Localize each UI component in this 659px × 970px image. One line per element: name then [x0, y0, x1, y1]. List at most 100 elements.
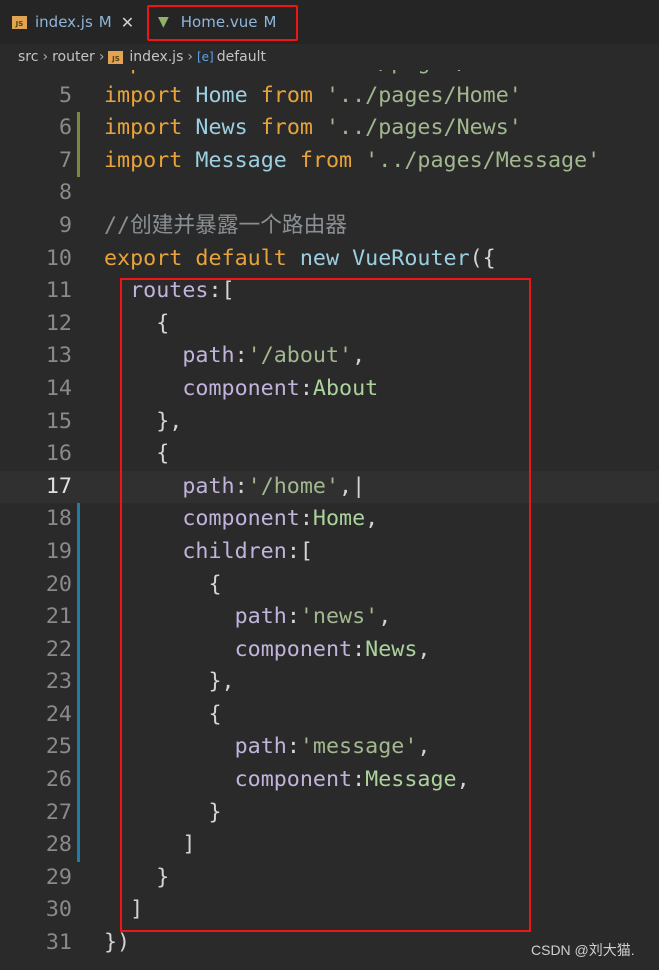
line-number: 20 [45, 571, 72, 597]
highlight-box-routes [120, 278, 531, 932]
breadcrumb: src › router › JS index.js › [e] default [0, 44, 659, 70]
line-number: 24 [45, 701, 72, 727]
line-number: 26 [45, 767, 72, 793]
line-text: import Message from '../pages/Message' [104, 145, 600, 178]
code-line[interactable]: 8 [0, 177, 659, 210]
git-modified-marker[interactable] [77, 601, 80, 634]
tab-bar: JS index.js M ✕ ▼ Home.vue M [0, 0, 659, 44]
close-icon[interactable]: ✕ [121, 13, 134, 32]
watermark: CSDN @刘大猫. [531, 942, 635, 958]
line-number: 29 [45, 864, 72, 890]
code-token: from [299, 147, 353, 173]
breadcrumb-item[interactable]: router [52, 49, 95, 65]
breadcrumb-item[interactable]: src [18, 49, 38, 65]
line-number: 7 [58, 147, 72, 173]
symbol-icon: [e] [196, 50, 214, 64]
chevron-right-icon: › [42, 49, 49, 65]
line-number: 6 [58, 115, 72, 141]
code-line[interactable]: 10 export default new VueRouter({ [0, 243, 659, 276]
line-number: 22 [45, 636, 72, 662]
line-number: 14 [45, 375, 72, 401]
line-number: 10 [45, 245, 72, 271]
code-token: default [195, 245, 287, 271]
line-number: 27 [45, 799, 72, 825]
git-modified-marker[interactable] [77, 698, 80, 732]
git-modified-marker[interactable] [77, 764, 80, 797]
breadcrumb-item[interactable]: default [217, 49, 266, 65]
code-token: from [260, 115, 313, 141]
code-token: import [104, 115, 183, 141]
git-added-marker[interactable] [77, 112, 80, 145]
line-number: 12 [45, 310, 72, 336]
line-text: import Home from '../pages/Home' [104, 80, 522, 113]
line-number: 11 [45, 278, 72, 304]
tab-index-js[interactable]: JS index.js M ✕ [12, 0, 134, 44]
git-modified-marker[interactable] [77, 666, 80, 699]
code-token: ({ [469, 245, 496, 271]
code-token: import [104, 82, 183, 108]
line-text: //创建并暴露一个路由器 [104, 210, 347, 243]
git-modified-marker[interactable] [77, 568, 80, 602]
git-modified-marker[interactable] [77, 796, 80, 830]
line-number: 5 [58, 82, 72, 108]
line-number: 17 [45, 473, 72, 499]
line-number: 9 [58, 212, 72, 238]
js-file-icon: JS [108, 50, 124, 64]
git-modified-marker[interactable] [77, 503, 80, 536]
code-token: Home [195, 82, 248, 108]
code-token: '../pages/News' [326, 115, 522, 141]
chevron-right-icon: › [98, 49, 105, 65]
tab-label: index.js [35, 13, 93, 31]
line-number: 28 [45, 832, 72, 858]
line-number: 15 [45, 408, 72, 434]
js-file-icon: JS [12, 15, 27, 29]
git-modified-marker[interactable] [77, 633, 80, 667]
line-number: 21 [45, 604, 72, 630]
code-token: import [104, 147, 183, 173]
git-modified-marker[interactable] [77, 535, 80, 569]
code-token: Message [195, 147, 287, 173]
line-text: export default new VueRouter({ [104, 243, 496, 276]
code-token: from [260, 82, 313, 108]
code-token: '../pages/Message' [365, 147, 601, 173]
code-token: }) [104, 930, 131, 956]
line-number: 16 [45, 441, 72, 467]
code-token: VueRouter [352, 245, 470, 271]
code-token: export [104, 245, 183, 271]
code-line[interactable]: 9 //创建并暴露一个路由器 [0, 210, 659, 243]
highlight-box-tab [147, 5, 298, 41]
line-number: 23 [45, 669, 72, 695]
line-number: 31 [45, 930, 72, 956]
line-number: 8 [58, 180, 72, 206]
line-number: 18 [45, 506, 72, 532]
code-token: '../pages/Home' [326, 82, 522, 108]
line-number: 25 [45, 734, 72, 760]
line-number: 30 [45, 897, 72, 923]
git-modified-marker[interactable] [77, 731, 80, 765]
code-line[interactable]: 6 import News from '../pages/News' [0, 112, 659, 145]
code-line[interactable]: 5 import Home from '../pages/Home' [0, 80, 659, 113]
line-number: 19 [45, 538, 72, 564]
line-number: 13 [45, 343, 72, 369]
code-token: News [195, 115, 248, 141]
breadcrumb-item[interactable]: index.js [129, 49, 183, 65]
chevron-right-icon: › [187, 49, 193, 65]
modified-badge: M [98, 13, 112, 31]
git-added-marker[interactable] [77, 144, 80, 178]
code-line[interactable]: 7 import Message from '../pages/Message' [0, 144, 659, 178]
code-token: new [299, 245, 340, 271]
code-token: //创建并暴露一个路由器 [104, 212, 347, 238]
git-modified-marker[interactable] [77, 829, 80, 862]
